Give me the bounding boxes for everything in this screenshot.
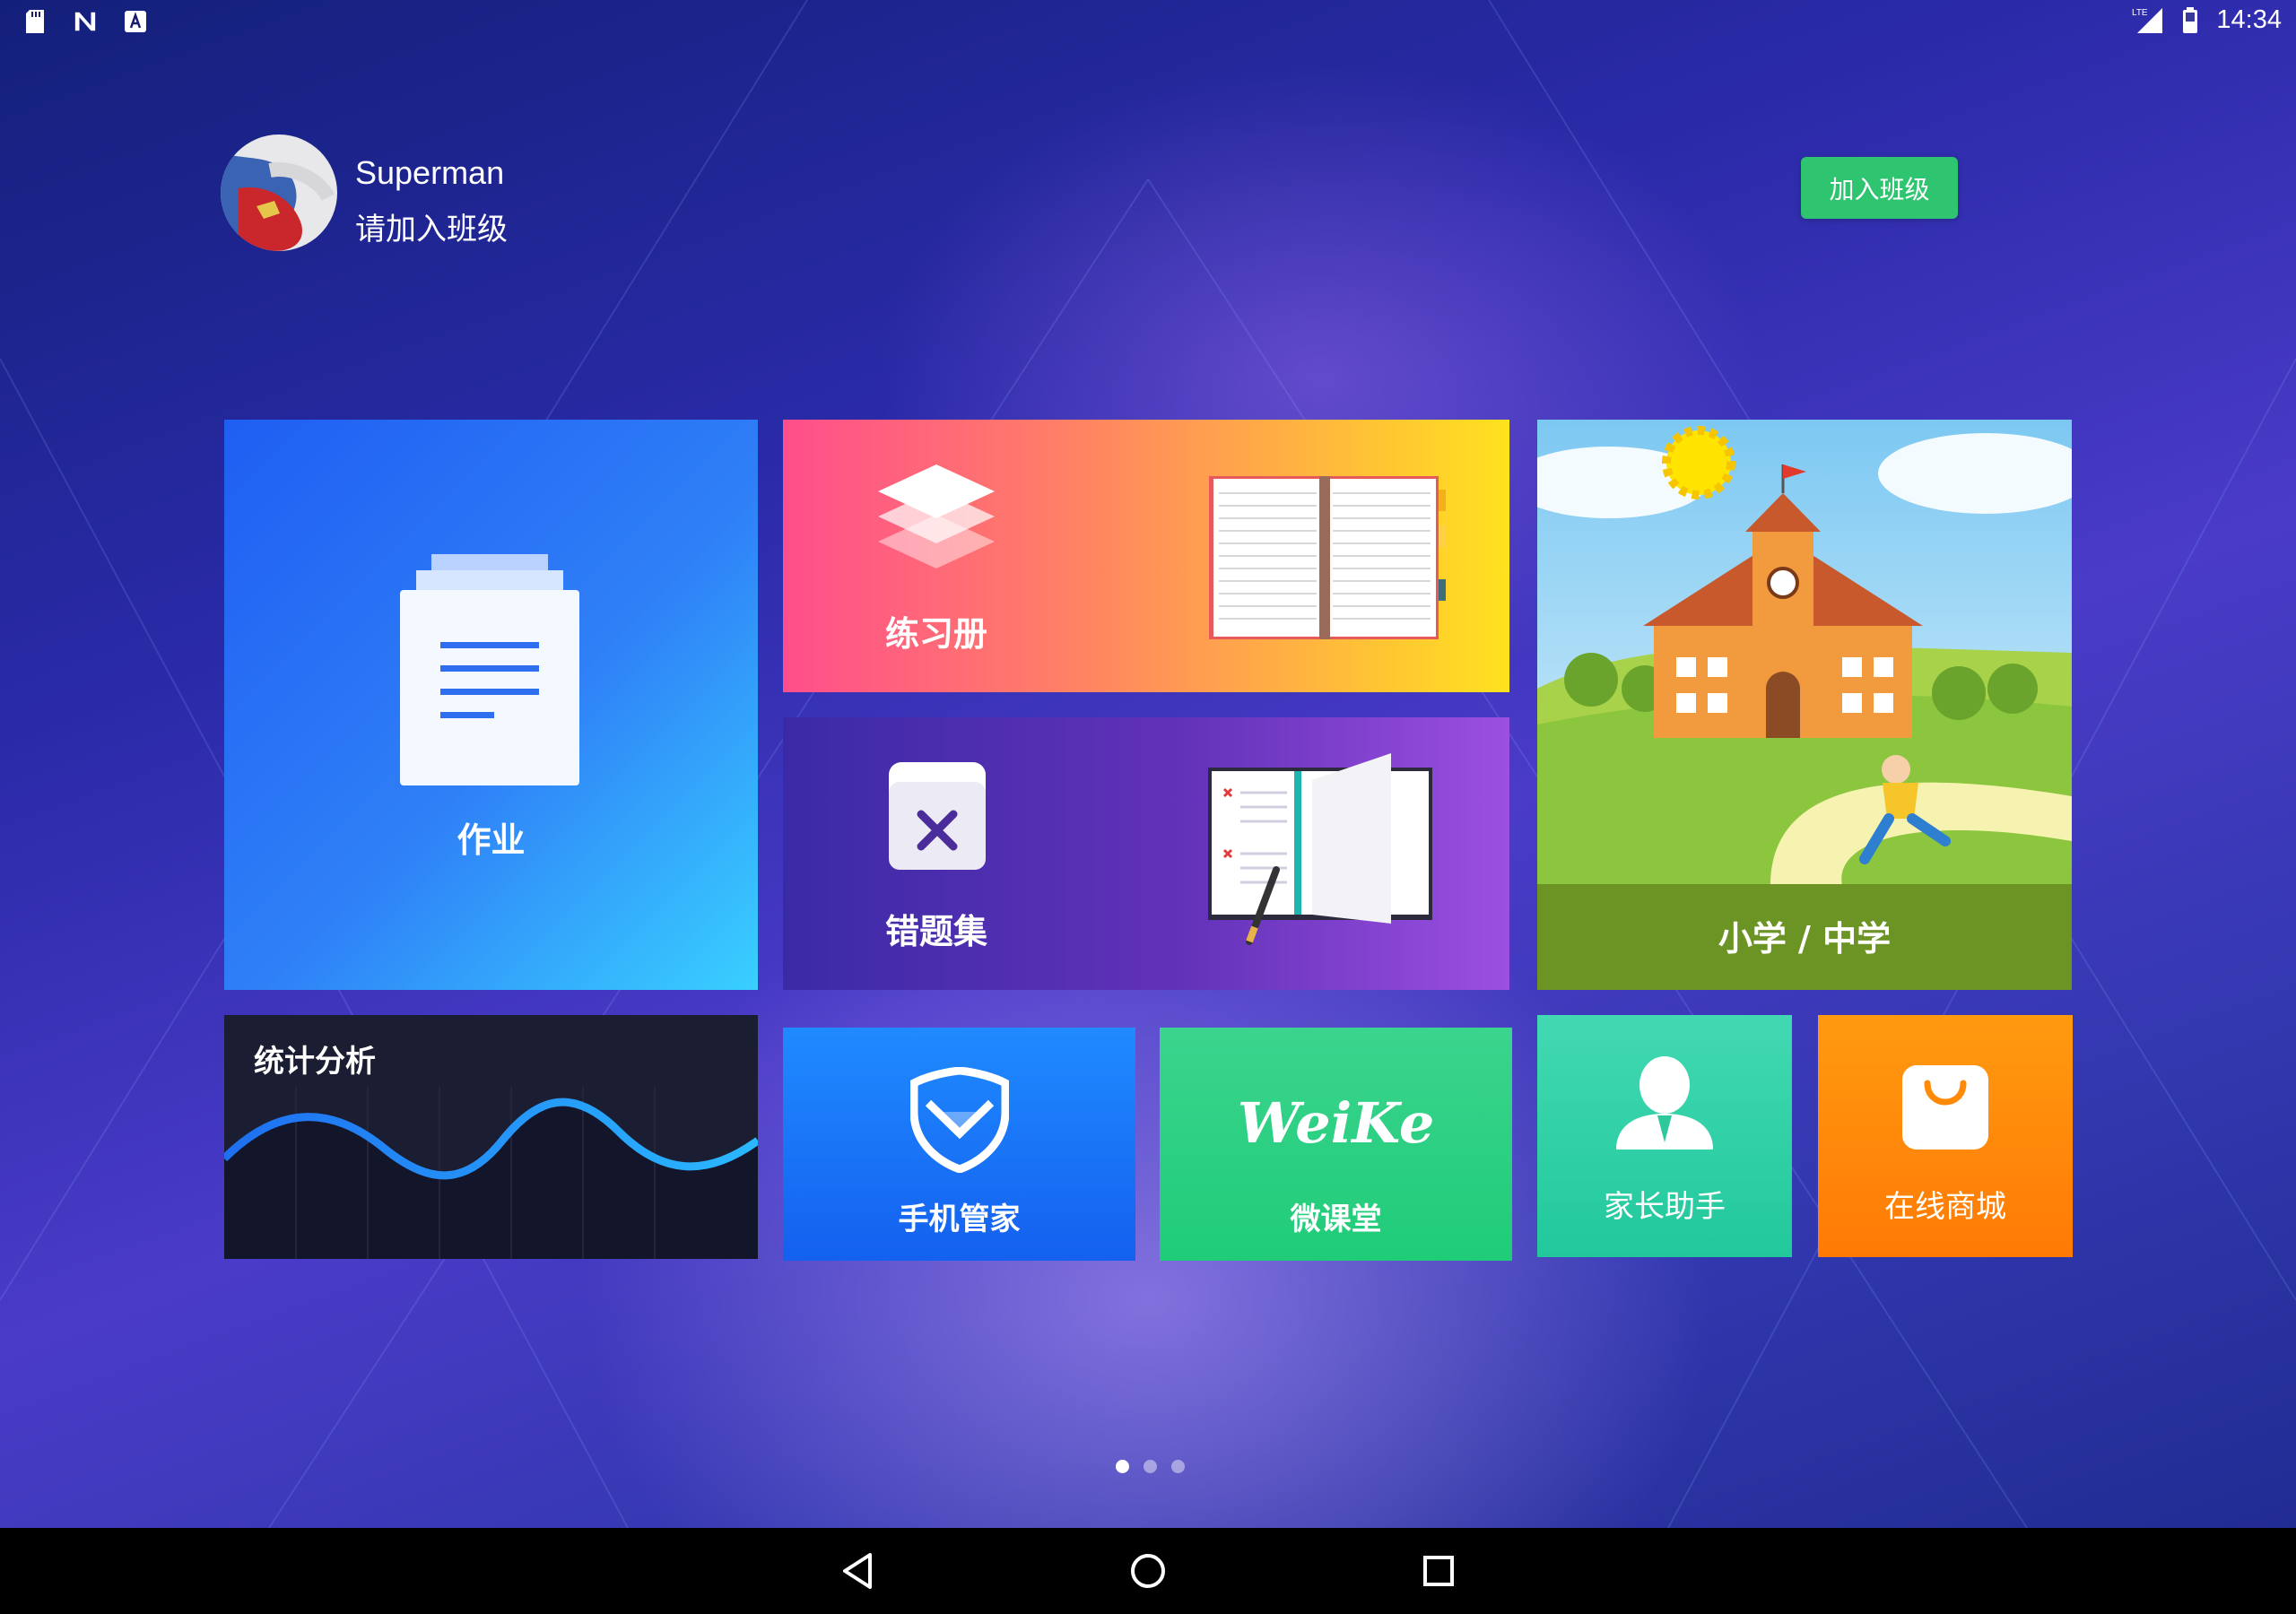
home-icon[interactable] [1125,1548,1171,1594]
tile-exercise-book[interactable]: 练习册 [783,420,1509,692]
tile-label: 练习册 [885,614,988,654]
recents-icon[interactable] [1415,1548,1462,1594]
svg-text:LTE: LTE [2132,8,2148,18]
tile-label: 错题集 [885,912,988,951]
clock: 14:34 [2216,5,2282,34]
tile-parent-assistant[interactable]: 家长助手 [1537,1015,1792,1257]
tile-school-level[interactable]: 小学 / 中学 [1537,420,2072,990]
tile-label: 作业 [457,820,526,860]
n-notification-icon [74,9,97,34]
tile-weike-classroom[interactable]: WeiKe 微课堂 [1160,1028,1512,1261]
person-icon [1613,1053,1717,1155]
tile-mistake-collection[interactable]: 错题集 [783,717,1509,990]
shield-icon [909,1066,1010,1176]
weike-logo: WeiKe [1237,1090,1435,1156]
tile-phone-manager[interactable]: 手机管家 [783,1028,1135,1261]
layers-icon [878,463,995,574]
tile-online-shop[interactable]: 在线商城 [1818,1015,2073,1257]
tile-label: 统计分析 [254,1044,376,1080]
avatar[interactable] [221,134,337,251]
tile-label: 家长助手 [1604,1189,1726,1225]
tile-label: 手机管家 [898,1202,1021,1237]
school-illustration [1537,420,2072,889]
user-name: Superman [355,154,505,191]
tile-label: 在线商城 [1884,1189,2006,1225]
tile-statistics[interactable]: 统计分析 [224,1015,758,1259]
page-dot-active[interactable] [1116,1460,1129,1473]
shopping-bag-icon [1902,1065,1988,1155]
battery-icon [2179,6,2202,33]
user-class-status: 请加入班级 [355,212,508,247]
tile-label: 微课堂 [1290,1202,1382,1237]
wave-chart-graphic [224,1087,758,1259]
page-indicator [1116,1460,1185,1473]
join-class-button[interactable]: 加入班级 [1801,157,1958,219]
page-dot[interactable] [1144,1460,1157,1473]
notebook-illustration [1205,472,1447,646]
page-dot[interactable] [1171,1460,1185,1473]
navigation-bar [0,1528,2296,1614]
sd-card-icon [23,9,47,34]
tile-homework[interactable]: 作业 [224,420,758,990]
tile-label: 小学 / 中学 [1718,919,1892,959]
wrong-book-icon [889,762,987,878]
a-notification-icon [124,9,147,34]
back-icon[interactable] [834,1548,881,1594]
workbook-illustration [1205,753,1447,963]
lte-signal-icon: LTE [2132,7,2164,33]
document-icon [400,554,579,791]
status-bar: LTE 14:34 [0,0,2296,45]
